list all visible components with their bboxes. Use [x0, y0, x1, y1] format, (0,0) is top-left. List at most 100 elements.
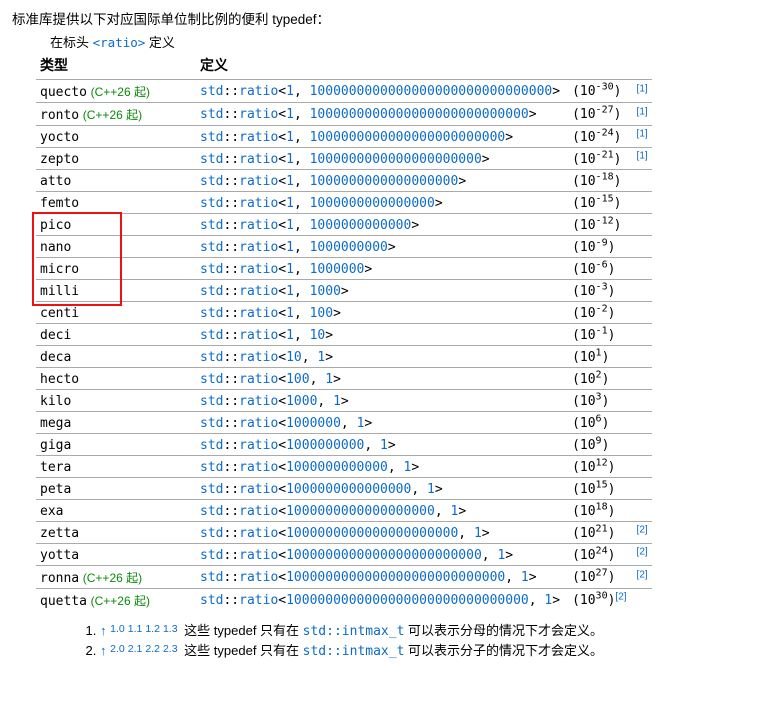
ns-link[interactable]: std: [200, 350, 223, 365]
numerator: 1000000000000000000000: [286, 526, 458, 541]
ns-link[interactable]: std: [200, 328, 223, 343]
ns-link[interactable]: std: [200, 174, 223, 189]
ns-link[interactable]: std: [200, 526, 223, 541]
ratio-link[interactable]: ratio: [239, 306, 278, 321]
ns-link[interactable]: std: [200, 460, 223, 475]
ratio-link[interactable]: ratio: [239, 548, 278, 563]
typedef-name[interactable]: tera: [40, 460, 71, 475]
typedef-name[interactable]: centi: [40, 306, 79, 321]
header-note-code[interactable]: <ratio>: [93, 35, 146, 50]
ratio-expr: std::ratio<1, 1000000000000000>: [200, 196, 443, 211]
typedef-name[interactable]: milli: [40, 284, 79, 299]
footnote-backref[interactable]: 1.1: [128, 623, 143, 635]
typedef-name[interactable]: pico: [40, 218, 71, 233]
ratio-link[interactable]: ratio: [239, 482, 278, 497]
ns-link[interactable]: std: [200, 218, 223, 233]
ratio-link[interactable]: ratio: [239, 196, 278, 211]
footnote-backref[interactable]: 2.0: [110, 643, 125, 655]
ratio-link[interactable]: ratio: [239, 174, 278, 189]
typedef-name[interactable]: atto: [40, 174, 71, 189]
ns-link[interactable]: std: [200, 262, 223, 277]
footnote-ref[interactable]: [2]: [615, 595, 626, 607]
footnote-code[interactable]: std::intmax_t: [303, 644, 405, 659]
ns-link[interactable]: std: [200, 84, 223, 99]
typedef-name[interactable]: deci: [40, 328, 71, 343]
ns-link[interactable]: std: [200, 107, 223, 122]
ns-link[interactable]: std: [200, 416, 223, 431]
ns-link[interactable]: std: [200, 438, 223, 453]
ratio-link[interactable]: ratio: [239, 460, 278, 475]
footnote-code[interactable]: std::intmax_t: [303, 624, 405, 639]
power-cell: (106): [568, 412, 632, 434]
ratio-link[interactable]: ratio: [239, 328, 278, 343]
ns-link[interactable]: std: [200, 394, 223, 409]
ns-link[interactable]: std: [200, 482, 223, 497]
footnote-ref[interactable]: [2]: [637, 550, 648, 562]
footnote-backref[interactable]: 1.3: [163, 623, 178, 635]
typedef-name[interactable]: yocto: [40, 130, 79, 145]
typedef-name[interactable]: yotta: [40, 548, 79, 563]
typedef-name[interactable]: quetta: [40, 594, 87, 609]
ns-link[interactable]: std: [200, 570, 223, 585]
footnote-ref[interactable]: [1]: [637, 110, 648, 122]
footnote-ref[interactable]: [1]: [637, 87, 648, 99]
typedef-name[interactable]: micro: [40, 262, 79, 277]
definition-cell: std::ratio<1, 1000000000>: [196, 236, 568, 258]
ns-link[interactable]: std: [200, 240, 223, 255]
typedef-name[interactable]: hecto: [40, 372, 79, 387]
typedef-name[interactable]: quecto: [40, 85, 87, 100]
typedef-name[interactable]: mega: [40, 416, 71, 431]
ratio-link[interactable]: ratio: [239, 416, 278, 431]
ratio-link[interactable]: ratio: [239, 240, 278, 255]
typedef-name[interactable]: zepto: [40, 152, 79, 167]
ns-link[interactable]: std: [200, 548, 223, 563]
footnote-backlink[interactable]: ↑: [100, 643, 110, 658]
ratio-link[interactable]: ratio: [239, 504, 278, 519]
typedef-name[interactable]: ronto: [40, 108, 79, 123]
ratio-link[interactable]: ratio: [239, 262, 278, 277]
footnote-backlink[interactable]: ↑: [100, 623, 110, 638]
typedef-name[interactable]: giga: [40, 438, 71, 453]
typedef-name[interactable]: ronna: [40, 571, 79, 586]
footnote-ref[interactable]: [2]: [637, 573, 648, 585]
numerator: 1000000: [286, 416, 341, 431]
typedef-name[interactable]: peta: [40, 482, 71, 497]
ns-link[interactable]: std: [200, 196, 223, 211]
ns-link[interactable]: std: [200, 504, 223, 519]
footnote-ref[interactable]: [1]: [637, 154, 648, 166]
ratio-link[interactable]: ratio: [239, 107, 278, 122]
ratio-link[interactable]: ratio: [239, 218, 278, 233]
typedef-name[interactable]: femto: [40, 196, 79, 211]
ns-link[interactable]: std: [200, 593, 223, 608]
typedef-name[interactable]: kilo: [40, 394, 71, 409]
ratio-link[interactable]: ratio: [239, 526, 278, 541]
footnote-backref[interactable]: 1.0: [110, 623, 125, 635]
typedef-name[interactable]: deca: [40, 350, 71, 365]
footnote-ref[interactable]: [2]: [637, 528, 648, 540]
typedef-name[interactable]: exa: [40, 504, 63, 519]
footnote-backref[interactable]: 2.2: [145, 643, 160, 655]
ratio-link[interactable]: ratio: [239, 130, 278, 145]
ratio-link[interactable]: ratio: [239, 372, 278, 387]
ns-link[interactable]: std: [200, 130, 223, 145]
ratio-link[interactable]: ratio: [239, 284, 278, 299]
footnote-backref[interactable]: 2.1: [128, 643, 143, 655]
typedef-name[interactable]: nano: [40, 240, 71, 255]
ns-link[interactable]: std: [200, 372, 223, 387]
ratio-link[interactable]: ratio: [239, 152, 278, 167]
ratio-link[interactable]: ratio: [239, 84, 278, 99]
ratio-link[interactable]: ratio: [239, 570, 278, 585]
since-tag: (C++26 起): [83, 108, 142, 122]
footnote-backref[interactable]: 2.3: [163, 643, 178, 655]
ns-link[interactable]: std: [200, 306, 223, 321]
ratio-link[interactable]: ratio: [239, 438, 278, 453]
ratio-link[interactable]: ratio: [239, 593, 278, 608]
ns-link[interactable]: std: [200, 152, 223, 167]
footnote-ref[interactable]: [1]: [637, 132, 648, 144]
ratio-link[interactable]: ratio: [239, 350, 278, 365]
footnote-backref[interactable]: 1.2: [145, 623, 160, 635]
ns-link[interactable]: std: [200, 284, 223, 299]
ratio-link[interactable]: ratio: [239, 394, 278, 409]
typedef-name[interactable]: zetta: [40, 526, 79, 541]
typedef-name-cell: kilo: [36, 390, 196, 412]
